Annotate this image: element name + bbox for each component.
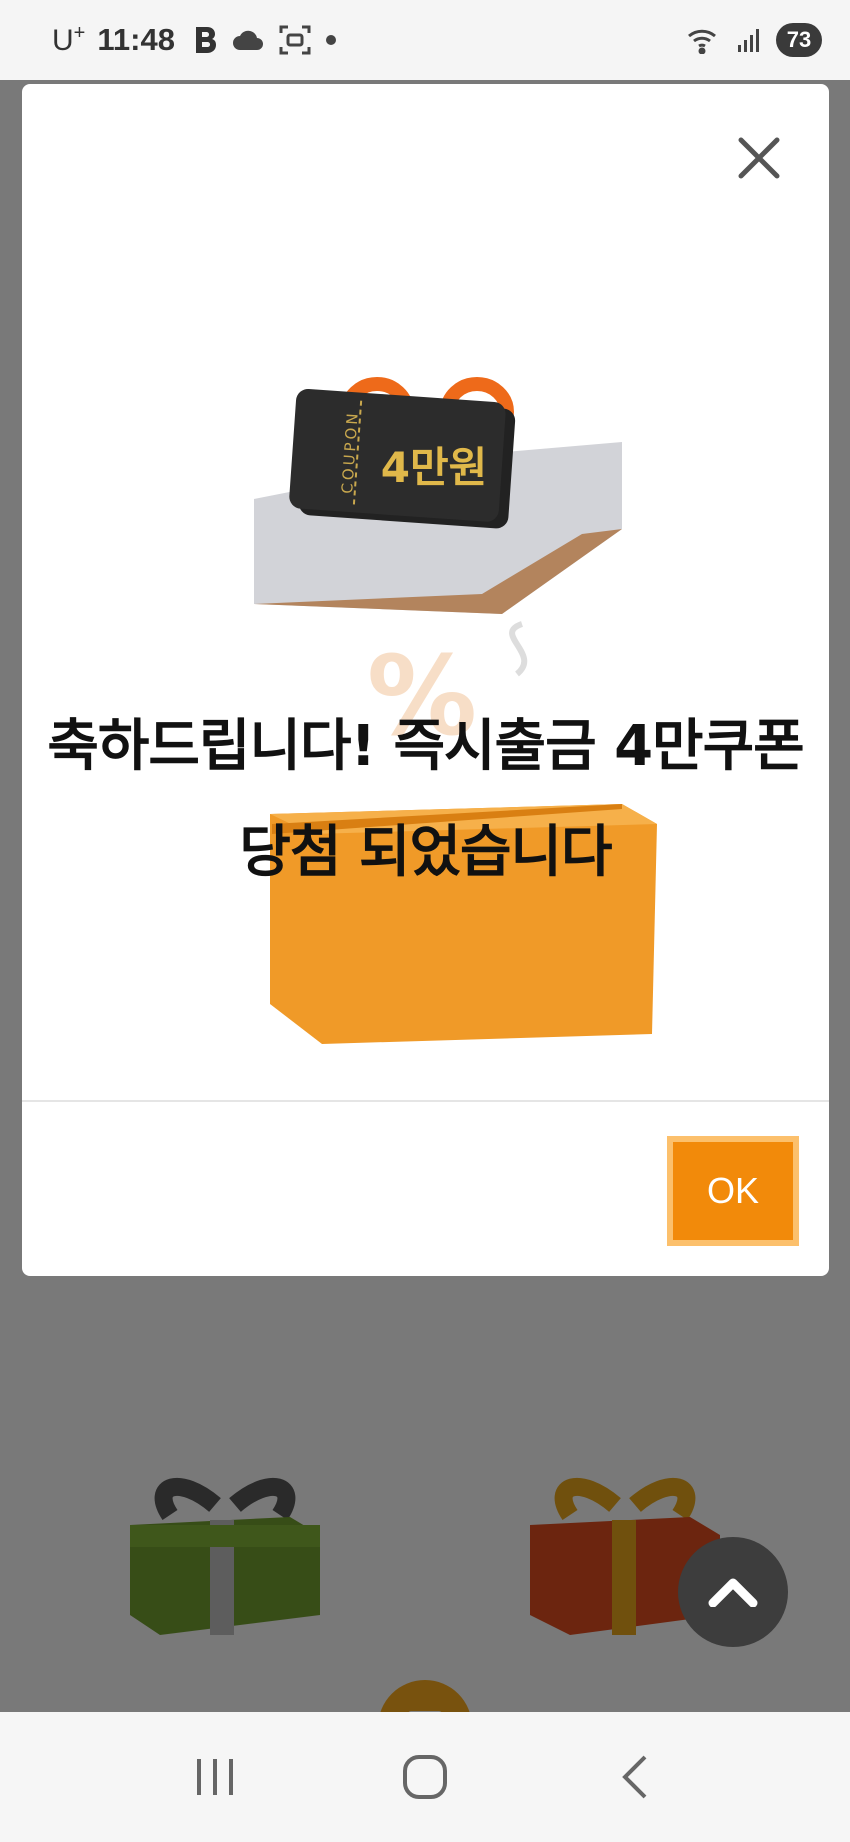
carrier-label: U+	[52, 22, 86, 57]
win-message-line2: 당첨 되었습니다	[239, 820, 612, 885]
recent-apps-icon	[197, 1759, 233, 1795]
battery-icon: 73	[776, 23, 822, 57]
b-app-icon	[193, 25, 217, 55]
wifi-icon	[686, 26, 722, 54]
win-message-line1: 축하드립니다! 즉시출금 4만쿠폰	[47, 714, 804, 779]
home-icon	[403, 1755, 447, 1799]
clock: 11:48	[97, 22, 175, 57]
cloud-icon	[231, 28, 265, 52]
back-icon	[622, 1755, 647, 1799]
signal-icon	[736, 27, 762, 53]
chevron-up-icon	[708, 1578, 758, 1607]
ok-button[interactable]: OK	[667, 1136, 799, 1246]
system-nav-bar	[0, 1712, 850, 1842]
home-button[interactable]	[385, 1737, 465, 1817]
coupon-amount: 4만원	[381, 443, 488, 492]
screenshot-icon	[279, 25, 311, 55]
close-button[interactable]	[729, 128, 789, 188]
status-bar: U+ 11:48 73	[0, 0, 850, 80]
recent-apps-button[interactable]	[175, 1737, 255, 1817]
win-message: 축하드립니다! 즉시출금 4만쿠폰 당첨 되었습니다	[22, 694, 829, 906]
close-icon	[738, 137, 780, 179]
coupon-win-dialog: COUPON 4만원 % 축하드립니다! 즉시출금 4만쿠폰 당첨 되었습니다 …	[22, 84, 829, 1276]
scroll-to-top-button[interactable]	[678, 1537, 788, 1647]
dialog-divider	[22, 1100, 829, 1102]
dot-icon	[325, 34, 337, 46]
back-button[interactable]	[595, 1737, 675, 1817]
